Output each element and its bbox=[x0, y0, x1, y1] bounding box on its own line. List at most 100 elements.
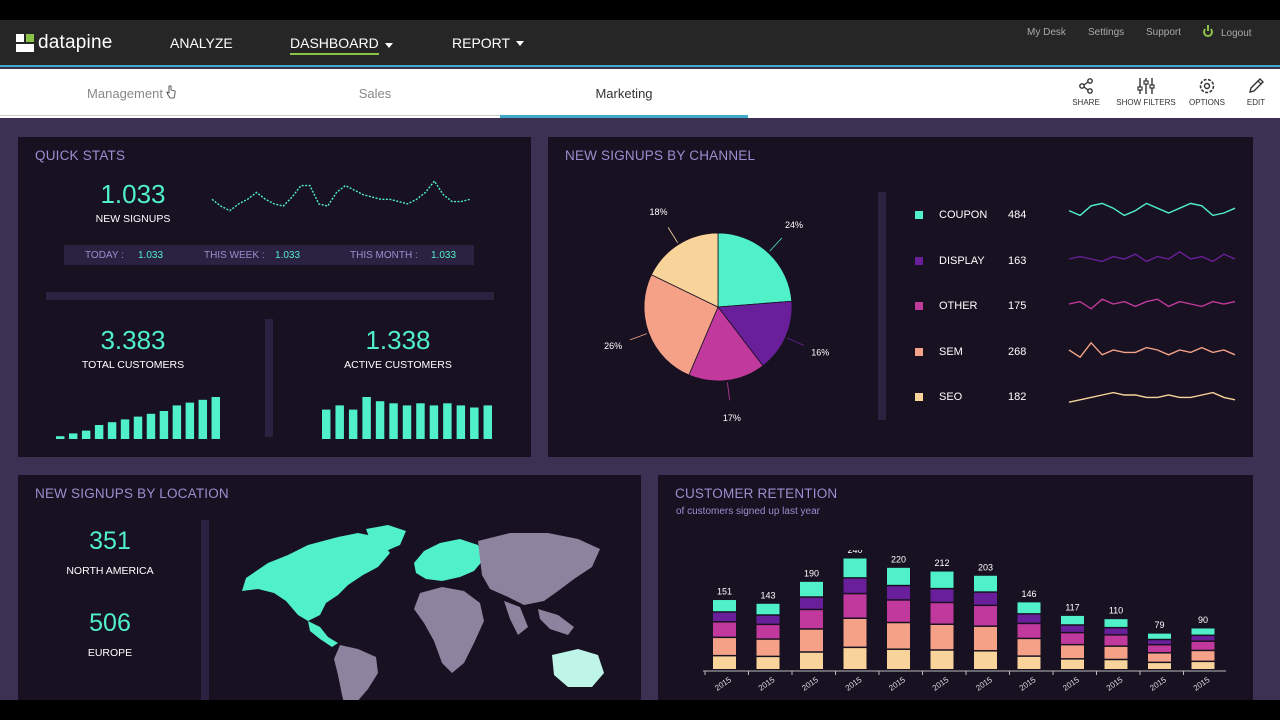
retention-bar-segment[interactable] bbox=[1192, 651, 1215, 660]
retention-bar-segment[interactable] bbox=[887, 650, 910, 669]
show-filters-button[interactable]: SHOW FILTERS bbox=[1114, 77, 1178, 107]
tab-bar: Management Sales Marketing SHARE SHOW FI… bbox=[0, 69, 1280, 118]
retention-bar-segment[interactable] bbox=[1192, 629, 1215, 635]
retention-bar-segment[interactable] bbox=[757, 604, 780, 615]
retention-bar-segment[interactable] bbox=[1105, 628, 1128, 634]
retention-bar-segment[interactable] bbox=[1061, 660, 1084, 669]
letterbox-bottom bbox=[0, 700, 1280, 720]
retention-bar-segment[interactable] bbox=[844, 619, 867, 647]
retention-bar-segment[interactable] bbox=[1018, 657, 1041, 669]
location-divider bbox=[201, 520, 209, 700]
retention-bar-segment[interactable] bbox=[931, 589, 954, 601]
retention-bar-segment[interactable] bbox=[931, 651, 954, 669]
nav-analyze[interactable]: ANALYZE bbox=[170, 35, 233, 51]
tab-marketing[interactable]: Marketing bbox=[500, 69, 748, 118]
retention-value-label: 110 bbox=[1109, 606, 1123, 616]
legend-item-coupon[interactable]: COUPON484 bbox=[915, 208, 1075, 222]
retention-bar-segment[interactable] bbox=[800, 653, 823, 669]
share-button[interactable]: SHARE bbox=[1054, 77, 1118, 107]
retention-bar-segment[interactable] bbox=[757, 625, 780, 638]
retention-bar-segment[interactable] bbox=[974, 593, 997, 605]
nav-report[interactable]: REPORT bbox=[452, 35, 524, 51]
retention-bar-segment[interactable] bbox=[1061, 633, 1084, 644]
retention-bar-segment[interactable] bbox=[713, 623, 736, 637]
retention-bar-segment[interactable] bbox=[1018, 624, 1041, 637]
quick-stats-panel: QUICK STATS 1.033 NEW SIGNUPS TODAY : 1.… bbox=[18, 137, 531, 457]
active-customers-value: 1.338 bbox=[333, 325, 463, 356]
legend-item-display[interactable]: DISPLAY163 bbox=[915, 254, 1075, 268]
retention-bar-segment[interactable] bbox=[844, 594, 867, 617]
retention-bar-segment[interactable] bbox=[1105, 660, 1128, 669]
north-america-label: NORTH AMERICA bbox=[20, 565, 200, 577]
edit-button[interactable]: EDIT bbox=[1224, 77, 1280, 107]
nav-dashboard[interactable]: DASHBOARD bbox=[290, 35, 393, 55]
retention-bar-segment[interactable] bbox=[931, 572, 954, 588]
bar bbox=[82, 431, 90, 439]
retention-bar-segment[interactable] bbox=[713, 600, 736, 611]
retention-bar-segment[interactable] bbox=[931, 625, 954, 649]
support-link[interactable]: Support bbox=[1146, 27, 1181, 38]
settings-link[interactable]: Settings bbox=[1088, 27, 1124, 38]
retention-bar-segment[interactable] bbox=[1061, 645, 1084, 658]
pie-leader-line bbox=[727, 382, 729, 400]
retention-bar-segment[interactable] bbox=[1192, 636, 1215, 640]
retention-bar-segment[interactable] bbox=[1148, 645, 1171, 652]
retention-bar-segment[interactable] bbox=[887, 601, 910, 622]
legend-item-sem[interactable]: SEM268 bbox=[915, 345, 1075, 359]
retention-bar-segment[interactable] bbox=[1018, 639, 1041, 655]
retention-bar-segment[interactable] bbox=[974, 606, 997, 625]
retention-bar-segment[interactable] bbox=[800, 610, 823, 628]
retention-bar-segment[interactable] bbox=[844, 579, 867, 593]
retention-bar-segment[interactable] bbox=[713, 656, 736, 669]
logout-link[interactable]: Logout bbox=[1203, 27, 1252, 39]
retention-bar-segment[interactable] bbox=[1192, 642, 1215, 650]
retention-bar-segment[interactable] bbox=[974, 652, 997, 669]
bar bbox=[376, 401, 384, 439]
retention-bar-segment[interactable] bbox=[1061, 626, 1084, 632]
tab-management[interactable]: Management bbox=[0, 69, 250, 118]
datapine-logo[interactable]: datapine bbox=[16, 32, 113, 54]
map-south-america bbox=[334, 645, 378, 700]
retention-bar-segment[interactable] bbox=[1018, 615, 1041, 623]
legend-item-seo[interactable]: SEO182 bbox=[915, 390, 1075, 404]
retention-bar-segment[interactable] bbox=[1148, 634, 1171, 639]
retention-bar-segment[interactable] bbox=[974, 576, 997, 592]
retention-bar-segment[interactable] bbox=[713, 638, 736, 655]
retention-bar-segment[interactable] bbox=[1018, 602, 1041, 613]
retention-bar-segment[interactable] bbox=[1148, 654, 1171, 662]
retention-bar-segment[interactable] bbox=[757, 640, 780, 656]
pie-leader-line bbox=[770, 238, 782, 251]
hand-cursor-icon bbox=[166, 85, 176, 99]
retention-bar-segment[interactable] bbox=[1192, 662, 1215, 669]
pie-slice-coupon[interactable] bbox=[718, 233, 792, 307]
logo-text: datapine bbox=[38, 32, 113, 54]
retention-bar-segment[interactable] bbox=[974, 627, 997, 650]
retention-bar-segment[interactable] bbox=[800, 582, 823, 596]
tab-sales[interactable]: Sales bbox=[250, 69, 500, 118]
retention-bar-segment[interactable] bbox=[887, 586, 910, 599]
retention-bar-segment[interactable] bbox=[800, 630, 823, 652]
retention-bar-segment[interactable] bbox=[887, 623, 910, 648]
active-tab-indicator bbox=[500, 115, 748, 118]
power-icon bbox=[1203, 27, 1213, 37]
retention-bar-segment[interactable] bbox=[713, 613, 736, 621]
retention-bar-segment[interactable] bbox=[1148, 640, 1171, 644]
retention-bar-segment[interactable] bbox=[1105, 647, 1128, 659]
retention-bar-segment[interactable] bbox=[844, 648, 867, 669]
signups-channel-panel: NEW SIGNUPS BY CHANNEL 24%16%17%26%18% C… bbox=[548, 137, 1253, 457]
map-india-sea bbox=[504, 601, 528, 635]
my-desk-link[interactable]: My Desk bbox=[1027, 27, 1066, 38]
retention-bar-segment[interactable] bbox=[1148, 663, 1171, 669]
legend-item-other[interactable]: OTHER175 bbox=[915, 299, 1075, 313]
retention-bar-segment[interactable] bbox=[1105, 636, 1128, 646]
retention-bar-segment[interactable] bbox=[1105, 619, 1128, 627]
retention-bar-segment[interactable] bbox=[931, 603, 954, 623]
retention-bar-segment[interactable] bbox=[1061, 616, 1084, 624]
edit-label: EDIT bbox=[1247, 98, 1265, 107]
retention-bar-segment[interactable] bbox=[800, 598, 823, 609]
retention-bar-segment[interactable] bbox=[757, 657, 780, 669]
retention-bar-segment[interactable] bbox=[887, 568, 910, 585]
retention-bar-segment[interactable] bbox=[757, 616, 780, 624]
new-signups-value: 1.033 bbox=[68, 179, 198, 210]
retention-bar-segment[interactable] bbox=[844, 559, 867, 578]
